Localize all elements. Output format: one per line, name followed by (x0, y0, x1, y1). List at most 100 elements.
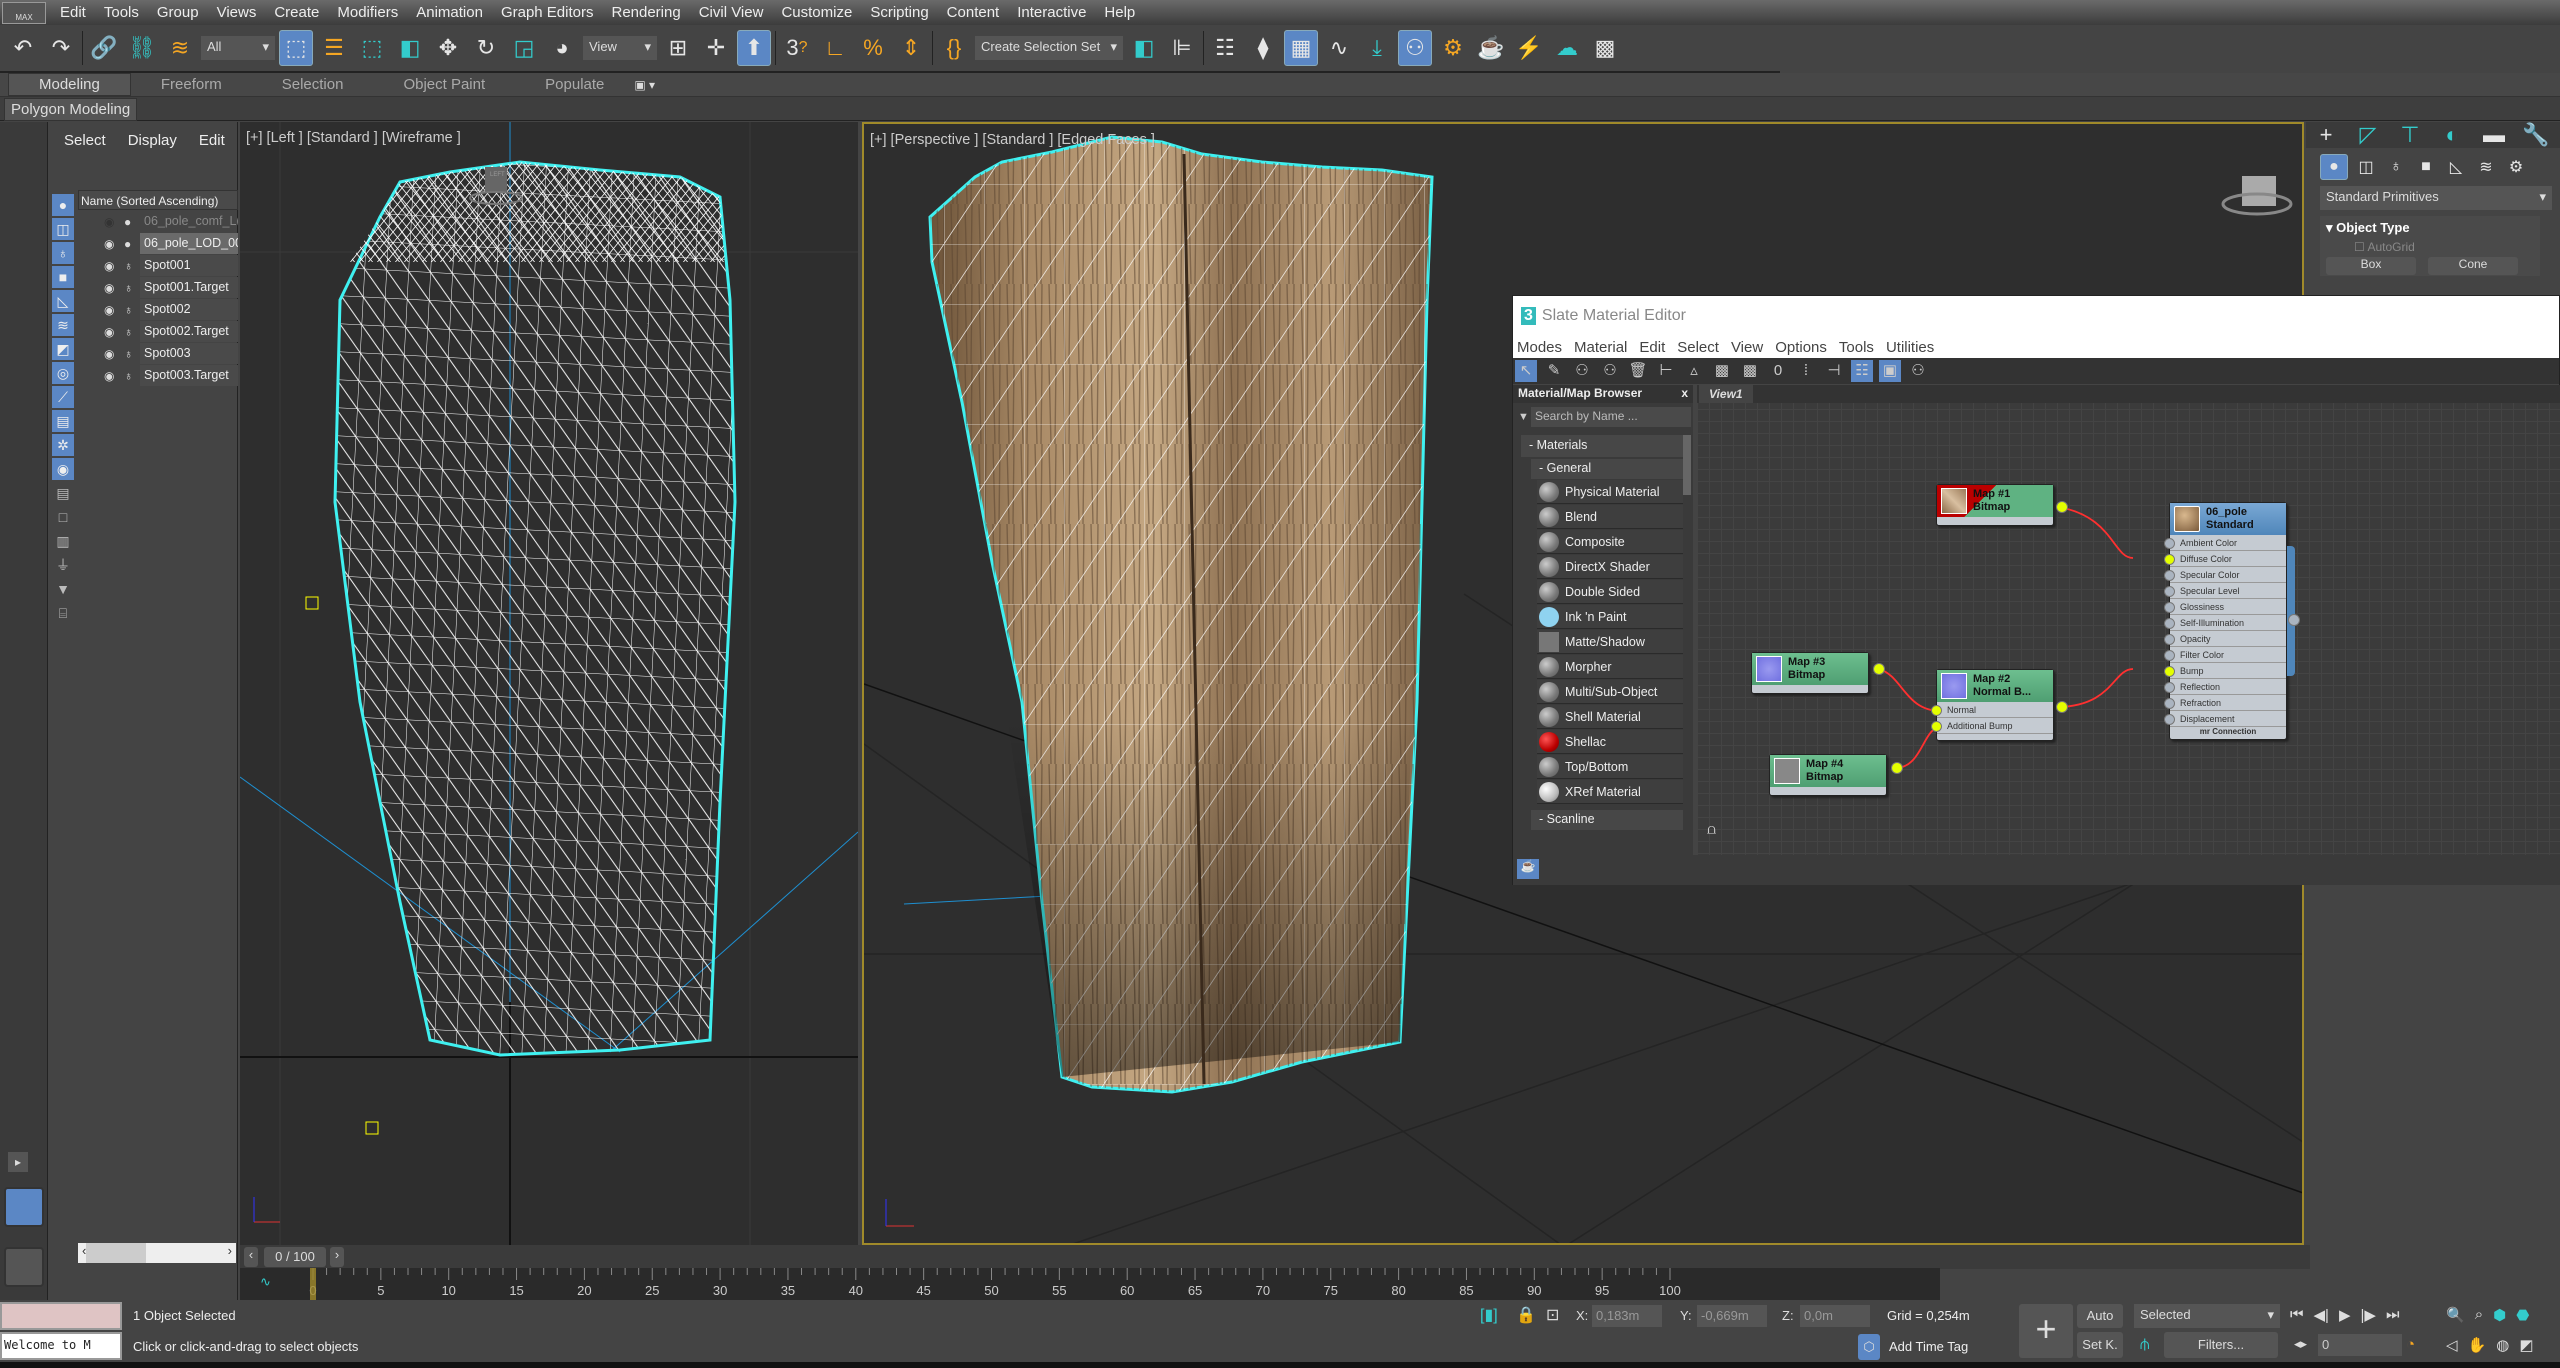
geometry-filter-icon[interactable]: ● (52, 194, 74, 216)
scale-icon[interactable]: ◲ (507, 30, 541, 66)
next-frame-icon[interactable]: › (330, 1247, 344, 1267)
menu-views[interactable]: Views (217, 4, 257, 21)
slot-normal[interactable]: Normal (1931, 702, 2053, 718)
polygon-modeling-panel[interactable]: Polygon Modeling (4, 98, 138, 121)
menu-modifiers[interactable]: Modifiers (337, 4, 398, 21)
explorer-menu-select[interactable]: Select (64, 132, 106, 149)
hierarchy-tab-icon[interactable]: ⊤ (2390, 122, 2430, 148)
input-socket[interactable] (2164, 714, 2175, 725)
render-setup-icon[interactable]: ⚙ (1436, 30, 1470, 66)
layout-tab-active[interactable] (4, 1187, 44, 1227)
mirror-icon[interactable]: ◧ (1127, 30, 1161, 66)
scroll-thumb[interactable] (86, 1243, 147, 1263)
mr-connection-rollout[interactable]: mr Connection (2170, 727, 2286, 739)
node-map3[interactable]: Map #3 Bitmap (1751, 652, 1869, 694)
key-filters-button[interactable]: Filters... (2164, 1332, 2278, 1358)
node-map2-normal-bump[interactable]: Map #2 Normal B... Normal Additional Bump (1931, 669, 2054, 741)
key-filter-dropdown[interactable]: Selected ▾ (2134, 1304, 2280, 1328)
named-selection-dropdown[interactable]: Create Selection Set ▾ (975, 36, 1123, 60)
z-coordinate-field[interactable]: 0,0m (1800, 1305, 1870, 1327)
y-coordinate-field[interactable]: -0,669m (1697, 1305, 1767, 1327)
explorer-menu-display[interactable]: Display (128, 132, 177, 149)
explorer-horizontal-scrollbar[interactable]: ‹ › (78, 1243, 236, 1263)
autogrid-checkbox[interactable]: ☐ AutoGrid (2354, 240, 2534, 254)
expand-icon[interactable]: ▸ (8, 1152, 28, 1172)
input-socket[interactable] (2164, 602, 2175, 613)
menu-civil-view[interactable]: Civil View (699, 4, 764, 21)
angle-snap-icon[interactable]: ∟ (818, 30, 852, 66)
eye-icon[interactable]: ◉ (104, 325, 124, 339)
render-production-icon[interactable]: ⚡ (1512, 30, 1546, 66)
menu-scripting[interactable]: Scripting (870, 4, 928, 21)
viewport-label-perspective[interactable]: [+] [Perspective ] [Standard ] [Edged Fa… (870, 132, 1155, 148)
input-socket[interactable] (1931, 705, 1942, 716)
pan-icon[interactable]: ✋ (2468, 1336, 2487, 1354)
groups-filter-icon[interactable]: ◩ (52, 338, 74, 360)
tab-freeform[interactable]: Freeform (131, 74, 252, 95)
eye-icon[interactable]: ◉ (104, 259, 124, 273)
zoom-icon[interactable]: 🔍 (2446, 1306, 2465, 1324)
display-all-icon[interactable]: ◉ (52, 458, 74, 480)
input-socket[interactable] (2164, 586, 2175, 597)
rendered-frame-window-icon[interactable]: ☕ (1474, 30, 1508, 66)
ribbon-options-icon[interactable]: ▣ ▾ (634, 78, 655, 92)
material-slot[interactable]: Glossiness (2164, 599, 2286, 615)
cameras-icon[interactable]: ■ (2414, 154, 2438, 180)
layout-tab[interactable] (4, 1247, 44, 1287)
explorer-row[interactable]: ◉ ♁ Spot003 (78, 343, 238, 364)
material-slot[interactable]: Displacement (2164, 711, 2286, 727)
helpers-icon[interactable]: ◺ (2444, 154, 2468, 180)
material-slot[interactable]: Specular Color (2164, 567, 2286, 583)
select-manipulate-icon[interactable]: ✛ (699, 30, 733, 66)
slot-additional-bump[interactable]: Additional Bump (1931, 718, 2053, 734)
input-socket[interactable] (2164, 650, 2175, 661)
unlink-icon[interactable]: ⛓ (125, 30, 159, 66)
field-of-view-icon[interactable]: ◁ (2446, 1336, 2458, 1354)
create-tab-icon[interactable]: + (2306, 122, 2346, 148)
zoom-extents-all-icon[interactable]: ⬣ (2516, 1306, 2529, 1324)
rectangular-selection-icon[interactable]: ⬚ (355, 30, 389, 66)
material-slot[interactable]: Bump (2164, 663, 2286, 679)
placement-icon[interactable]: ◕ (545, 30, 579, 66)
explorer-row[interactable]: ◉ ♁ Spot002 (78, 299, 238, 320)
prev-frame-icon[interactable]: ‹ (244, 1247, 258, 1267)
explorer-row[interactable]: ◉ ♁ Spot003.Target (78, 365, 238, 386)
previous-frame-icon[interactable]: ◀| (2314, 1306, 2329, 1324)
input-socket[interactable] (2164, 634, 2175, 645)
helpers-filter-icon[interactable]: ◺ (52, 290, 74, 312)
explorer-row-selected[interactable]: ◉ ● 06_pole_LOD_00 (78, 233, 238, 254)
undo-icon[interactable]: ↶ (6, 30, 40, 66)
menu-interactive[interactable]: Interactive (1017, 4, 1086, 21)
zoom-all-icon[interactable]: ⌕ (2475, 1306, 2483, 1324)
keyboard-shortcut-override-icon[interactable]: ⬆ (737, 30, 771, 66)
material-slot[interactable]: Refraction (2164, 695, 2286, 711)
bones-filter-icon[interactable]: ⟋ (52, 386, 74, 408)
eye-icon[interactable]: ◉ (104, 369, 124, 383)
bind-space-warp-icon[interactable]: ≋ (163, 30, 197, 66)
object-type-rollout[interactable]: ▾ Object Type (2326, 220, 2534, 236)
eye-icon[interactable]: ◉ (104, 237, 124, 251)
set-key-button[interactable]: Set K. (2077, 1332, 2123, 1358)
menu-animation[interactable]: Animation (416, 4, 483, 21)
input-socket[interactable] (2164, 554, 2175, 565)
scene-explorer-icon[interactable]: ☷ (1208, 30, 1242, 66)
selection-filter-dropdown[interactable]: All ▾ (201, 36, 275, 60)
object-category-dropdown[interactable]: Standard Primitives ▾ (2320, 186, 2552, 210)
material-editor-icon[interactable]: ⚇ (1398, 30, 1432, 66)
zoom-extents-icon[interactable]: ⬢ (2493, 1306, 2506, 1324)
explorer-row[interactable]: ◉ ♁ Spot001 (78, 255, 238, 276)
output-socket[interactable] (2056, 501, 2068, 513)
particles-filter-icon[interactable]: ✲ (52, 434, 74, 456)
shapes-icon[interactable]: ◫ (2354, 154, 2378, 180)
input-socket[interactable] (2164, 538, 2175, 549)
time-tag-icon[interactable]: ⬡ (1858, 1334, 1880, 1360)
snaps-toggle-icon[interactable]: 3? (780, 30, 814, 66)
eye-icon[interactable]: ◉ (104, 303, 124, 317)
absolute-mode-icon[interactable]: ⊡ (1546, 1305, 1559, 1325)
material-slot[interactable]: Filter Color (2164, 647, 2286, 663)
menu-customize[interactable]: Customize (781, 4, 852, 21)
a360-gallery-icon[interactable]: ▩ (1588, 30, 1622, 66)
pivot-center-icon[interactable]: ⊞ (661, 30, 695, 66)
material-slot[interactable]: Self-Illumination (2164, 615, 2286, 631)
cone-button[interactable]: Cone (2428, 257, 2518, 275)
